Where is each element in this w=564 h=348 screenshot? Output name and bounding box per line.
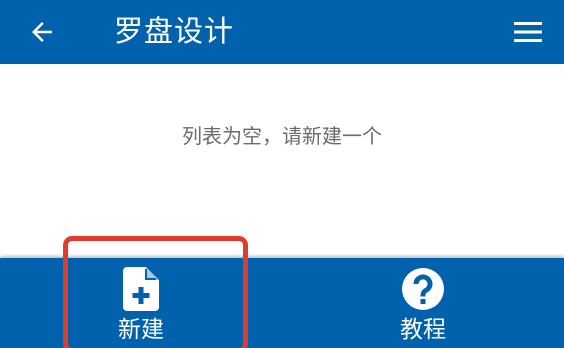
- menu-button[interactable]: [506, 10, 550, 54]
- tutorial-label: 教程: [400, 317, 446, 343]
- new-button[interactable]: 新建: [0, 258, 282, 348]
- question-circle-icon: [401, 267, 445, 311]
- back-button[interactable]: [20, 10, 64, 54]
- new-label: 新建: [118, 317, 164, 343]
- file-plus-icon: [119, 267, 163, 311]
- bottom-nav: 新建 教程: [0, 258, 564, 348]
- app-bar: 罗盘设计: [0, 0, 564, 64]
- empty-list-message: 列表为空，请新建一个: [182, 124, 382, 148]
- content-area: 列表为空，请新建一个: [0, 64, 564, 258]
- tutorial-button[interactable]: 教程: [282, 258, 564, 348]
- app-title: 罗盘设计: [114, 14, 235, 48]
- arrow-left-icon: [32, 22, 52, 42]
- hamburger-menu-icon: [514, 22, 542, 42]
- screen: 罗盘设计 列表为空，请新建一个 新建 教程: [0, 0, 564, 348]
